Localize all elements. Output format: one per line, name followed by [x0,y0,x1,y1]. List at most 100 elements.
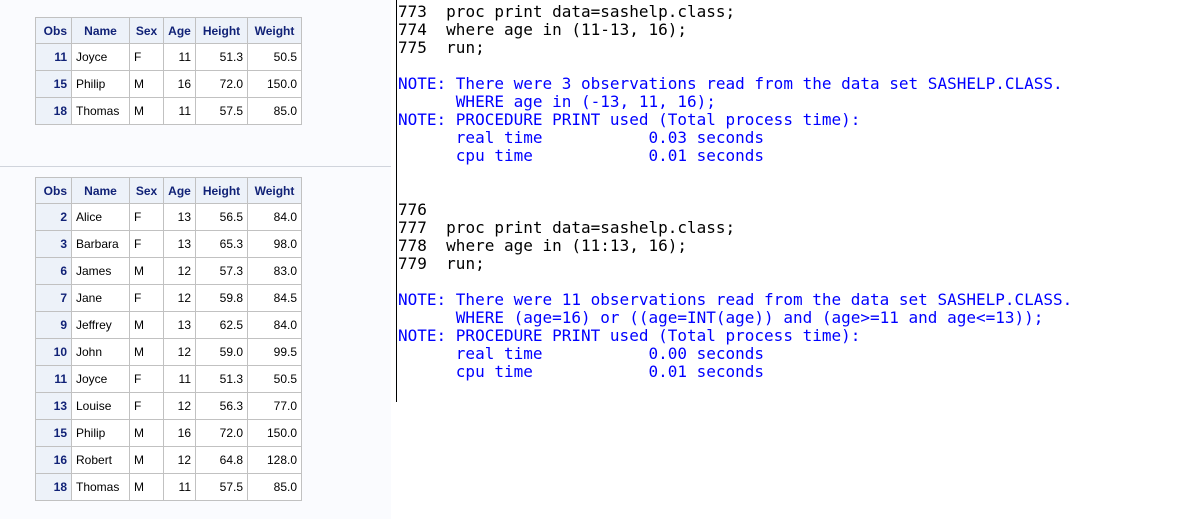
cell-height: 57.5 [195,473,248,501]
cell-weight: 77.0 [247,392,302,420]
cell-weight: 85.0 [247,97,302,125]
cell-age: 16 [163,70,196,98]
cell-obs: 18 [35,97,72,125]
column-header-obs: Obs [35,17,72,44]
cell-weight: 150.0 [247,70,302,98]
cell-name: James [71,257,130,285]
table-row: 18 Thomas M 11 57.5 85.0 [35,97,302,125]
cell-weight: 85.0 [247,473,302,501]
cell-name: Jane [71,284,130,312]
log-left-border [396,0,397,402]
table-row: 13 Louise F 12 56.3 77.0 [35,392,302,420]
table-row: 9 Jeffrey M 13 62.5 84.0 [35,311,302,339]
table-row: 11 Joyce F 11 51.3 50.5 [35,365,302,393]
log-note-line: NOTE: PROCEDURE PRINT used (Total proces… [398,326,861,345]
column-header-obs: Obs [35,177,72,204]
cell-height: 72.0 [195,70,248,98]
table-header-row: Obs Name Sex Age Height Weight [35,177,302,204]
log-note-line: real time 0.03 seconds [398,128,765,147]
cell-height: 65.3 [195,230,248,258]
log-code-line: 778 where age in (11:13, 16); [398,237,687,255]
line-number: 773 [398,2,427,21]
cell-name: Joyce [71,43,130,71]
cell-sex: F [129,284,164,312]
cell-name: Philip [71,419,130,447]
cell-age: 12 [163,446,196,474]
cell-obs: 3 [35,230,72,258]
log-note-line: cpu time 0.01 seconds [398,362,765,381]
cell-height: 56.5 [195,203,248,231]
cell-sex: M [129,419,164,447]
log-code-line: 779 run; [398,255,485,273]
table-row: 16 Robert M 12 64.8 128.0 [35,446,302,474]
cell-weight: 84.0 [247,311,302,339]
cell-age: 13 [163,203,196,231]
cell-name: Barbara [71,230,130,258]
cell-obs: 11 [35,365,72,393]
column-header-weight: Weight [247,177,302,204]
results-table-1: Obs Name Sex Age Height Weight 11 Joyce F 11 51.3… [35,17,302,125]
cell-sex: M [129,70,164,98]
cell-age: 12 [163,392,196,420]
cell-weight: 84.5 [247,284,302,312]
column-header-height: Height [195,17,248,44]
cell-obs: 10 [35,338,72,366]
code-text: run; [446,254,485,273]
cell-age: 11 [163,473,196,501]
cell-name: Alice [71,203,130,231]
cell-obs: 2 [35,203,72,231]
cell-name: Jeffrey [71,311,130,339]
log-code-line: 774 where age in (11-13, 16); [398,21,687,39]
cell-weight: 50.5 [247,365,302,393]
cell-age: 16 [163,419,196,447]
column-header-name: Name [71,17,130,44]
cell-height: 57.3 [195,257,248,285]
cell-height: 57.5 [195,97,248,125]
table-row: 15 Philip M 16 72.0 150.0 [35,70,302,98]
table-row: 2 Alice F 13 56.5 84.0 [35,203,302,231]
cell-sex: M [129,446,164,474]
cell-age: 13 [163,311,196,339]
code-text: proc print data=sashelp.class; [446,2,736,21]
output-separator [0,166,391,167]
log-note-line: WHERE age in (-13, 11, 16); [398,92,716,111]
column-header-sex: Sex [129,177,164,204]
column-header-height: Height [195,177,248,204]
cell-height: 64.8 [195,446,248,474]
cell-weight: 98.0 [247,230,302,258]
cell-age: 13 [163,230,196,258]
table-row: 18 Thomas M 11 57.5 85.0 [35,473,302,501]
cell-sex: F [129,43,164,71]
cell-age: 11 [163,365,196,393]
cell-age: 11 [163,43,196,71]
cell-sex: M [129,257,164,285]
cell-weight: 83.0 [247,257,302,285]
table-row: 7 Jane F 12 59.8 84.5 [35,284,302,312]
cell-obs: 9 [35,311,72,339]
cell-obs: 13 [35,392,72,420]
code-text: proc print data=sashelp.class; [446,218,736,237]
table-row: 10 John M 12 59.0 99.5 [35,338,302,366]
column-header-name: Name [71,177,130,204]
column-header-weight: Weight [247,17,302,44]
cell-height: 56.3 [195,392,248,420]
log-code-line: 773 proc print data=sashelp.class; [398,3,735,21]
cell-obs: 15 [35,70,72,98]
cell-sex: M [129,338,164,366]
line-number: 776 [398,200,427,219]
cell-height: 59.8 [195,284,248,312]
log-note-line: WHERE (age=16) or ((age=INT(age)) and (a… [398,308,1044,327]
table-row: 15 Philip M 16 72.0 150.0 [35,419,302,447]
code-text: where age in (11-13, 16); [446,20,687,39]
log-code-line: 776 [398,201,446,219]
cell-sex: F [129,203,164,231]
cell-age: 12 [163,257,196,285]
cell-age: 11 [163,97,196,125]
cell-sex: F [129,365,164,393]
results-table-2: Obs Name Sex Age Height Weight 2 Alice F 13 56.5 8… [35,177,302,501]
cell-height: 59.0 [195,338,248,366]
cell-height: 62.5 [195,311,248,339]
cell-height: 51.3 [195,43,248,71]
cell-name: Philip [71,70,130,98]
cell-name: Robert [71,446,130,474]
